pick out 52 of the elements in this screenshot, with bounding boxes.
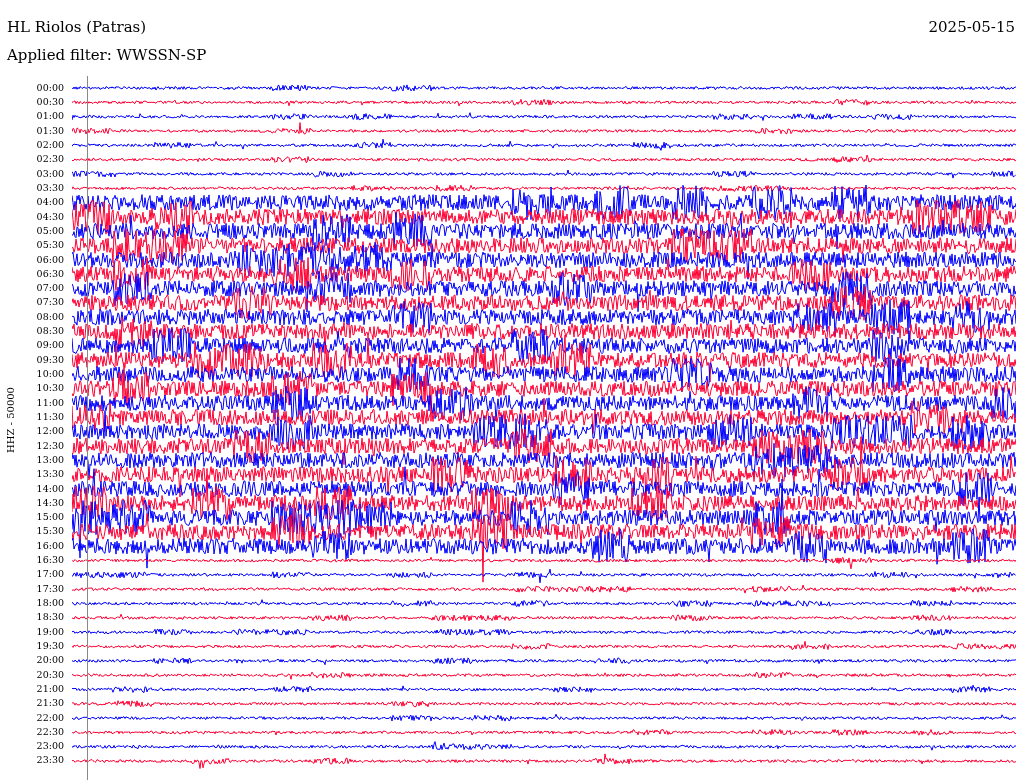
time-label: 11:30 — [36, 410, 64, 424]
station-title: HL Riolos (Patras) — [7, 18, 147, 38]
time-label: 07:00 — [36, 281, 64, 296]
time-label: 13:30 — [36, 467, 64, 482]
time-label: 06:00 — [36, 252, 64, 267]
time-label: 07:30 — [36, 295, 64, 310]
time-label: 21:30 — [36, 696, 64, 711]
time-label: 00:30 — [36, 95, 64, 110]
time-label: 20:00 — [36, 653, 64, 668]
time-label: 10:30 — [36, 381, 64, 396]
time-label: 11:00 — [36, 395, 64, 410]
time-label: 13:00 — [36, 452, 64, 467]
axis-label: HHZ - 50000 — [4, 387, 16, 453]
time-label: 15:30 — [36, 524, 64, 539]
time-label: 02:30 — [36, 152, 64, 167]
time-label: 05:00 — [36, 223, 64, 238]
time-label: 05:30 — [36, 238, 64, 253]
time-label: 17:00 — [36, 567, 64, 582]
time-label: 22:30 — [36, 724, 64, 739]
time-label: 03:30 — [36, 181, 64, 195]
time-label: 14:30 — [36, 495, 64, 510]
time-label: 19:00 — [36, 624, 64, 639]
time-label: 14:00 — [36, 481, 64, 496]
time-label: 08:30 — [36, 324, 64, 339]
time-label: 04:00 — [36, 195, 64, 210]
time-label: 12:00 — [36, 424, 64, 439]
time-label: 06:30 — [36, 266, 64, 281]
time-label: 22:00 — [36, 710, 64, 725]
date-label: 2025-05-15 — [928, 18, 1015, 38]
time-label: 23:00 — [36, 739, 64, 754]
time-label: 09:30 — [36, 352, 64, 367]
time-label: 15:00 — [36, 510, 64, 525]
time-label: 21:00 — [36, 681, 64, 696]
time-label: 08:00 — [36, 309, 64, 324]
time-label: 20:30 — [36, 667, 64, 682]
time-label: 02:00 — [36, 138, 64, 153]
time-label: 09:00 — [36, 338, 64, 353]
time-label: 10:00 — [36, 367, 64, 382]
time-label: 19:30 — [36, 639, 64, 653]
filter-label: Applied filter: WWSSN-SP — [7, 46, 207, 64]
time-label: 17:30 — [36, 581, 64, 596]
time-label: 01:30 — [36, 123, 64, 138]
time-label: 16:30 — [36, 553, 64, 568]
time-label: 00:00 — [36, 80, 64, 95]
time-label: 01:00 — [36, 109, 64, 124]
time-label: 12:30 — [36, 438, 64, 453]
time-label: 18:30 — [36, 610, 64, 625]
time-label: 04:30 — [36, 209, 64, 224]
time-label: 03:00 — [36, 166, 64, 181]
time-label: 18:00 — [36, 596, 64, 611]
time-label: 16:00 — [36, 538, 64, 553]
time-label: 23:30 — [36, 753, 64, 768]
